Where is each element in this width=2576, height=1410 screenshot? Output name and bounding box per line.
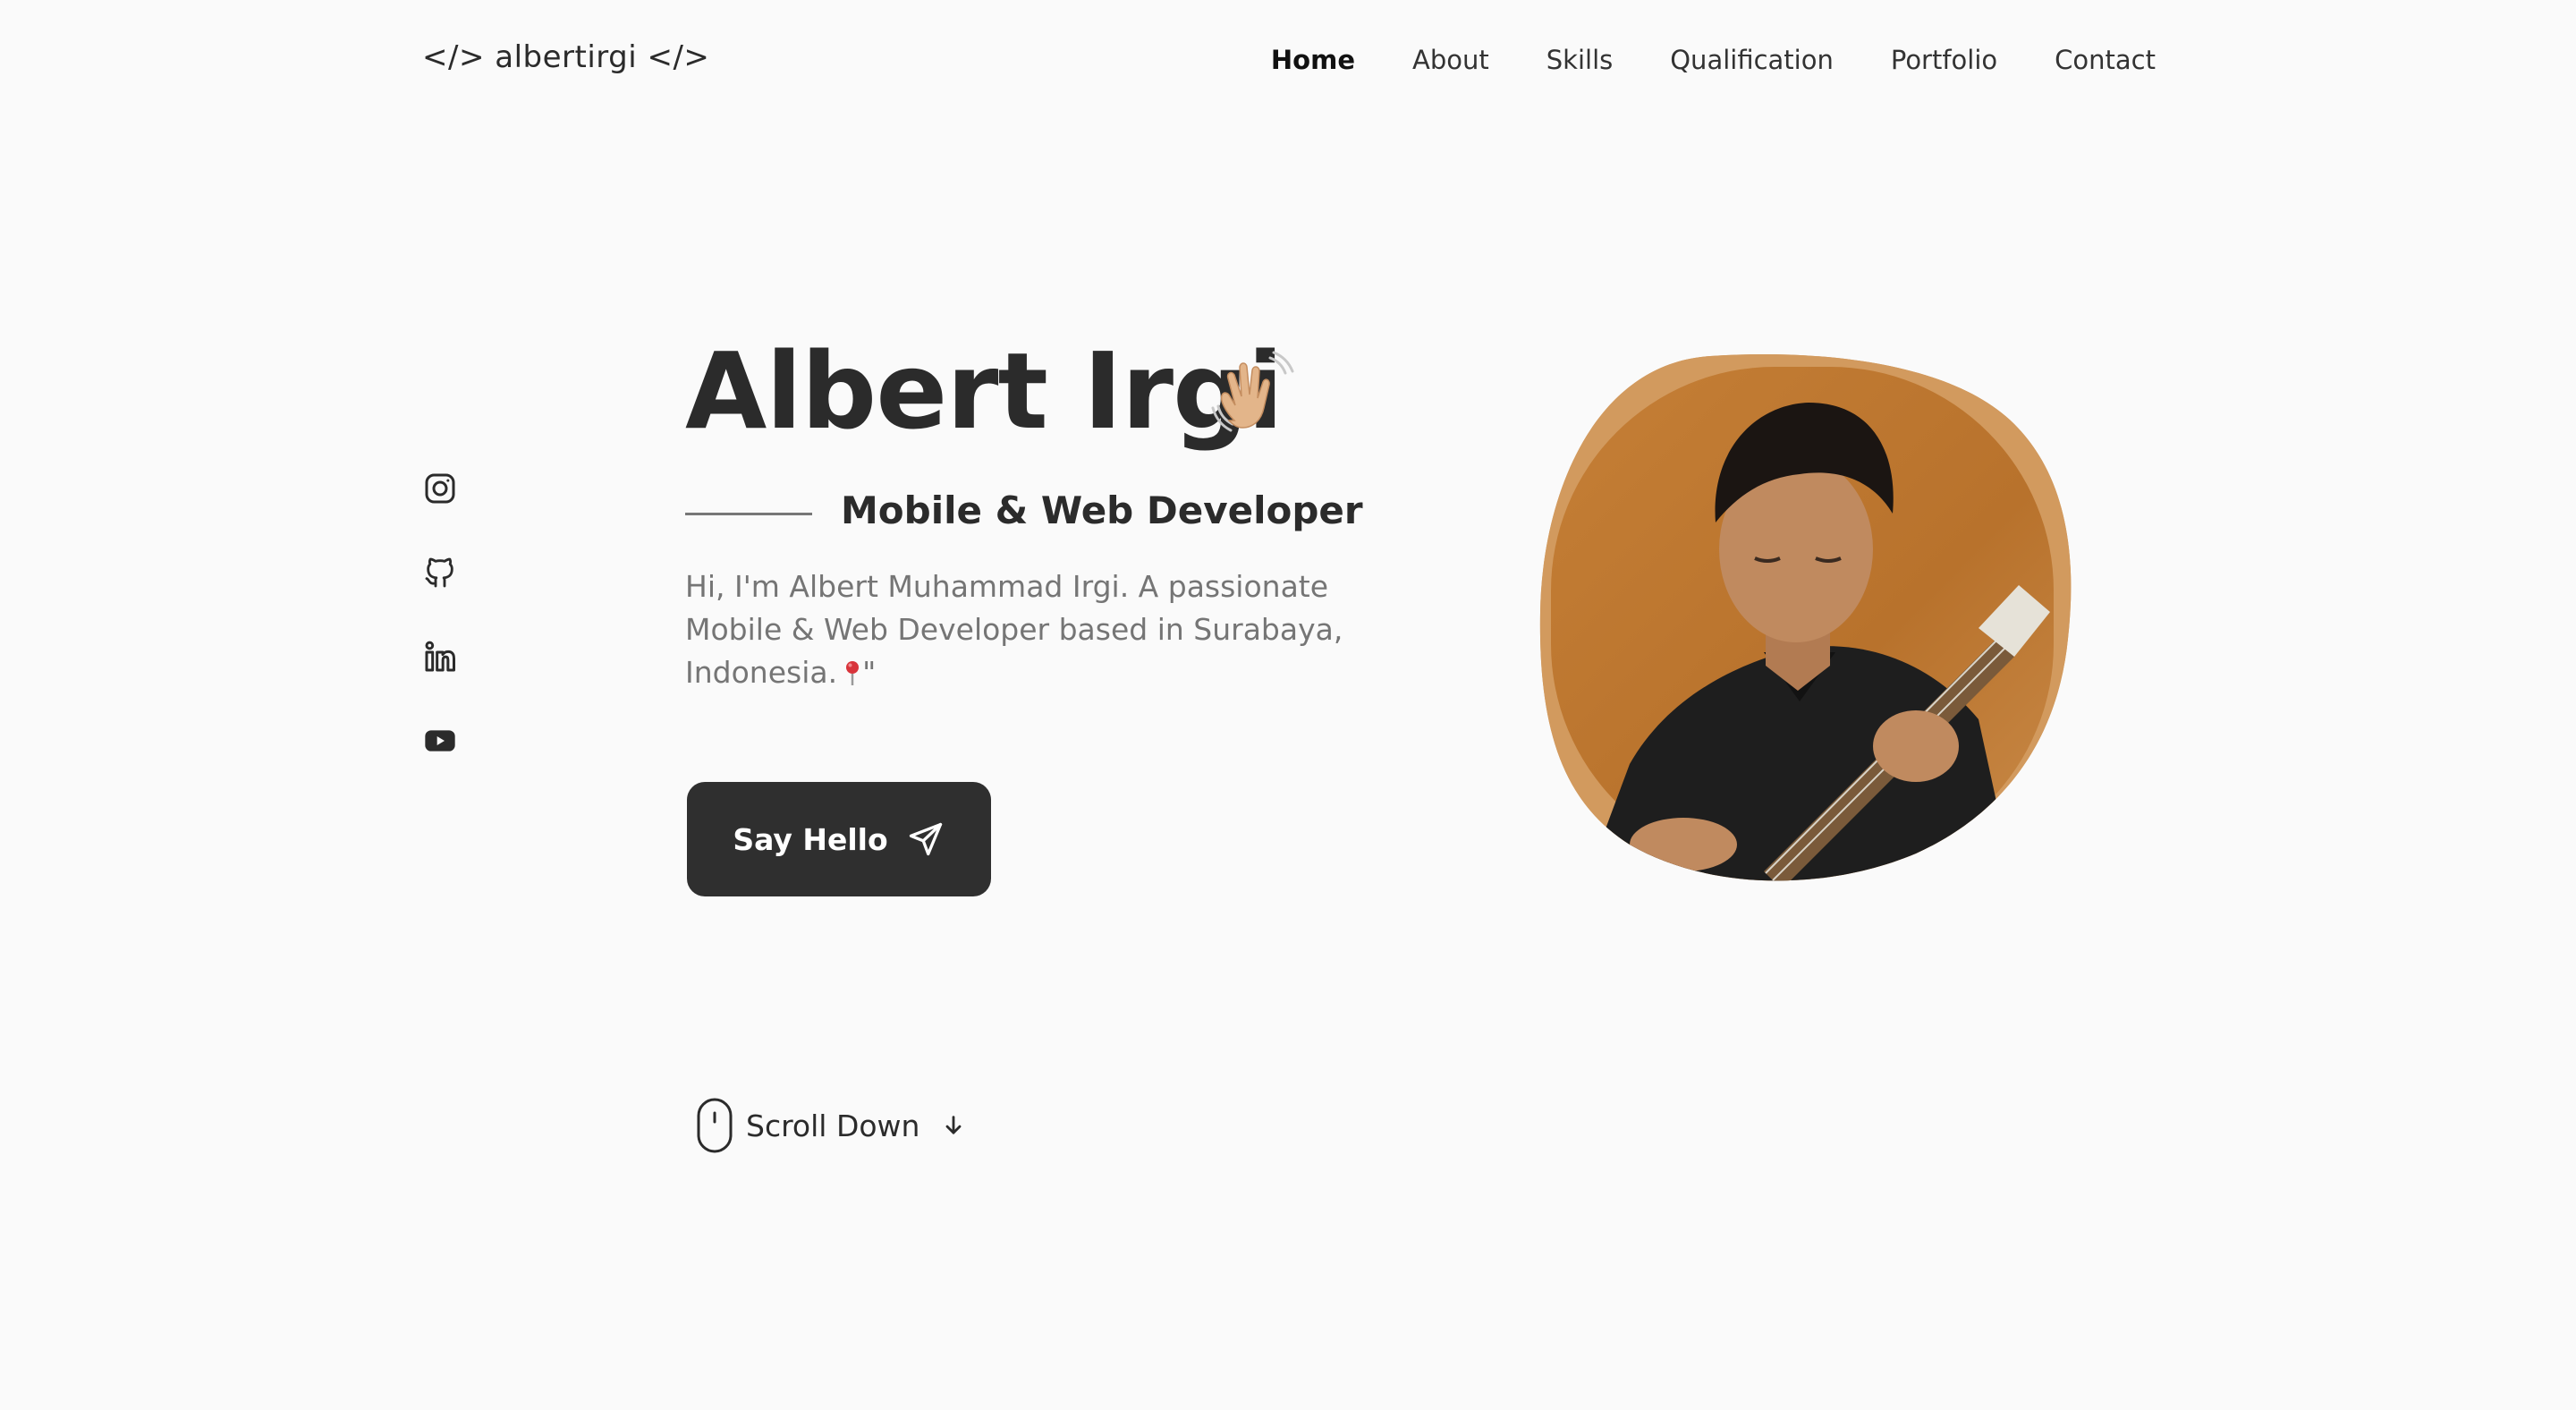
linkedin-icon[interactable] <box>422 639 458 675</box>
nav-portfolio[interactable]: Portfolio <box>1891 45 1997 75</box>
waving-hand-icon <box>1211 351 1294 432</box>
mouse-icon <box>697 1098 733 1153</box>
profile-photo <box>1539 353 2072 881</box>
hero-description: Hi, I'm Albert Muhammad Irgi. A passiona… <box>685 565 1365 694</box>
main-nav: Home About Skills Qualification Portfoli… <box>1271 45 2156 75</box>
github-icon[interactable] <box>422 555 458 590</box>
nav-about[interactable]: About <box>1412 45 1489 75</box>
subtitle-divider <box>685 513 812 515</box>
say-hello-label: Say Hello <box>733 821 888 857</box>
scroll-down-label: Scroll Down <box>746 1108 920 1143</box>
nav-home[interactable]: Home <box>1271 45 1355 75</box>
nav-contact[interactable]: Contact <box>2055 45 2156 75</box>
site-logo[interactable]: </> albertirgi </> <box>422 39 709 75</box>
social-links <box>422 471 458 759</box>
description-text: Hi, I'm Albert Muhammad Irgi. A passiona… <box>685 569 1343 690</box>
hero-subtitle: Mobile & Web Developer <box>841 488 1363 532</box>
scroll-down-link[interactable]: Scroll Down <box>696 1097 966 1154</box>
send-icon <box>909 822 942 856</box>
say-hello-button[interactable]: Say Hello <box>687 782 991 896</box>
hero-title: Albert Irgi <box>685 329 1284 453</box>
nav-skills[interactable]: Skills <box>1546 45 1613 75</box>
nav-qualification[interactable]: Qualification <box>1670 45 1834 75</box>
youtube-icon[interactable] <box>422 723 458 759</box>
arrow-down-icon <box>946 1116 962 1134</box>
page: </> albertirgi </> Home About Skills Qua… <box>0 0 2576 1410</box>
description-suffix: " <box>862 655 877 690</box>
map-pin-icon <box>846 661 860 685</box>
instagram-icon[interactable] <box>422 471 458 506</box>
